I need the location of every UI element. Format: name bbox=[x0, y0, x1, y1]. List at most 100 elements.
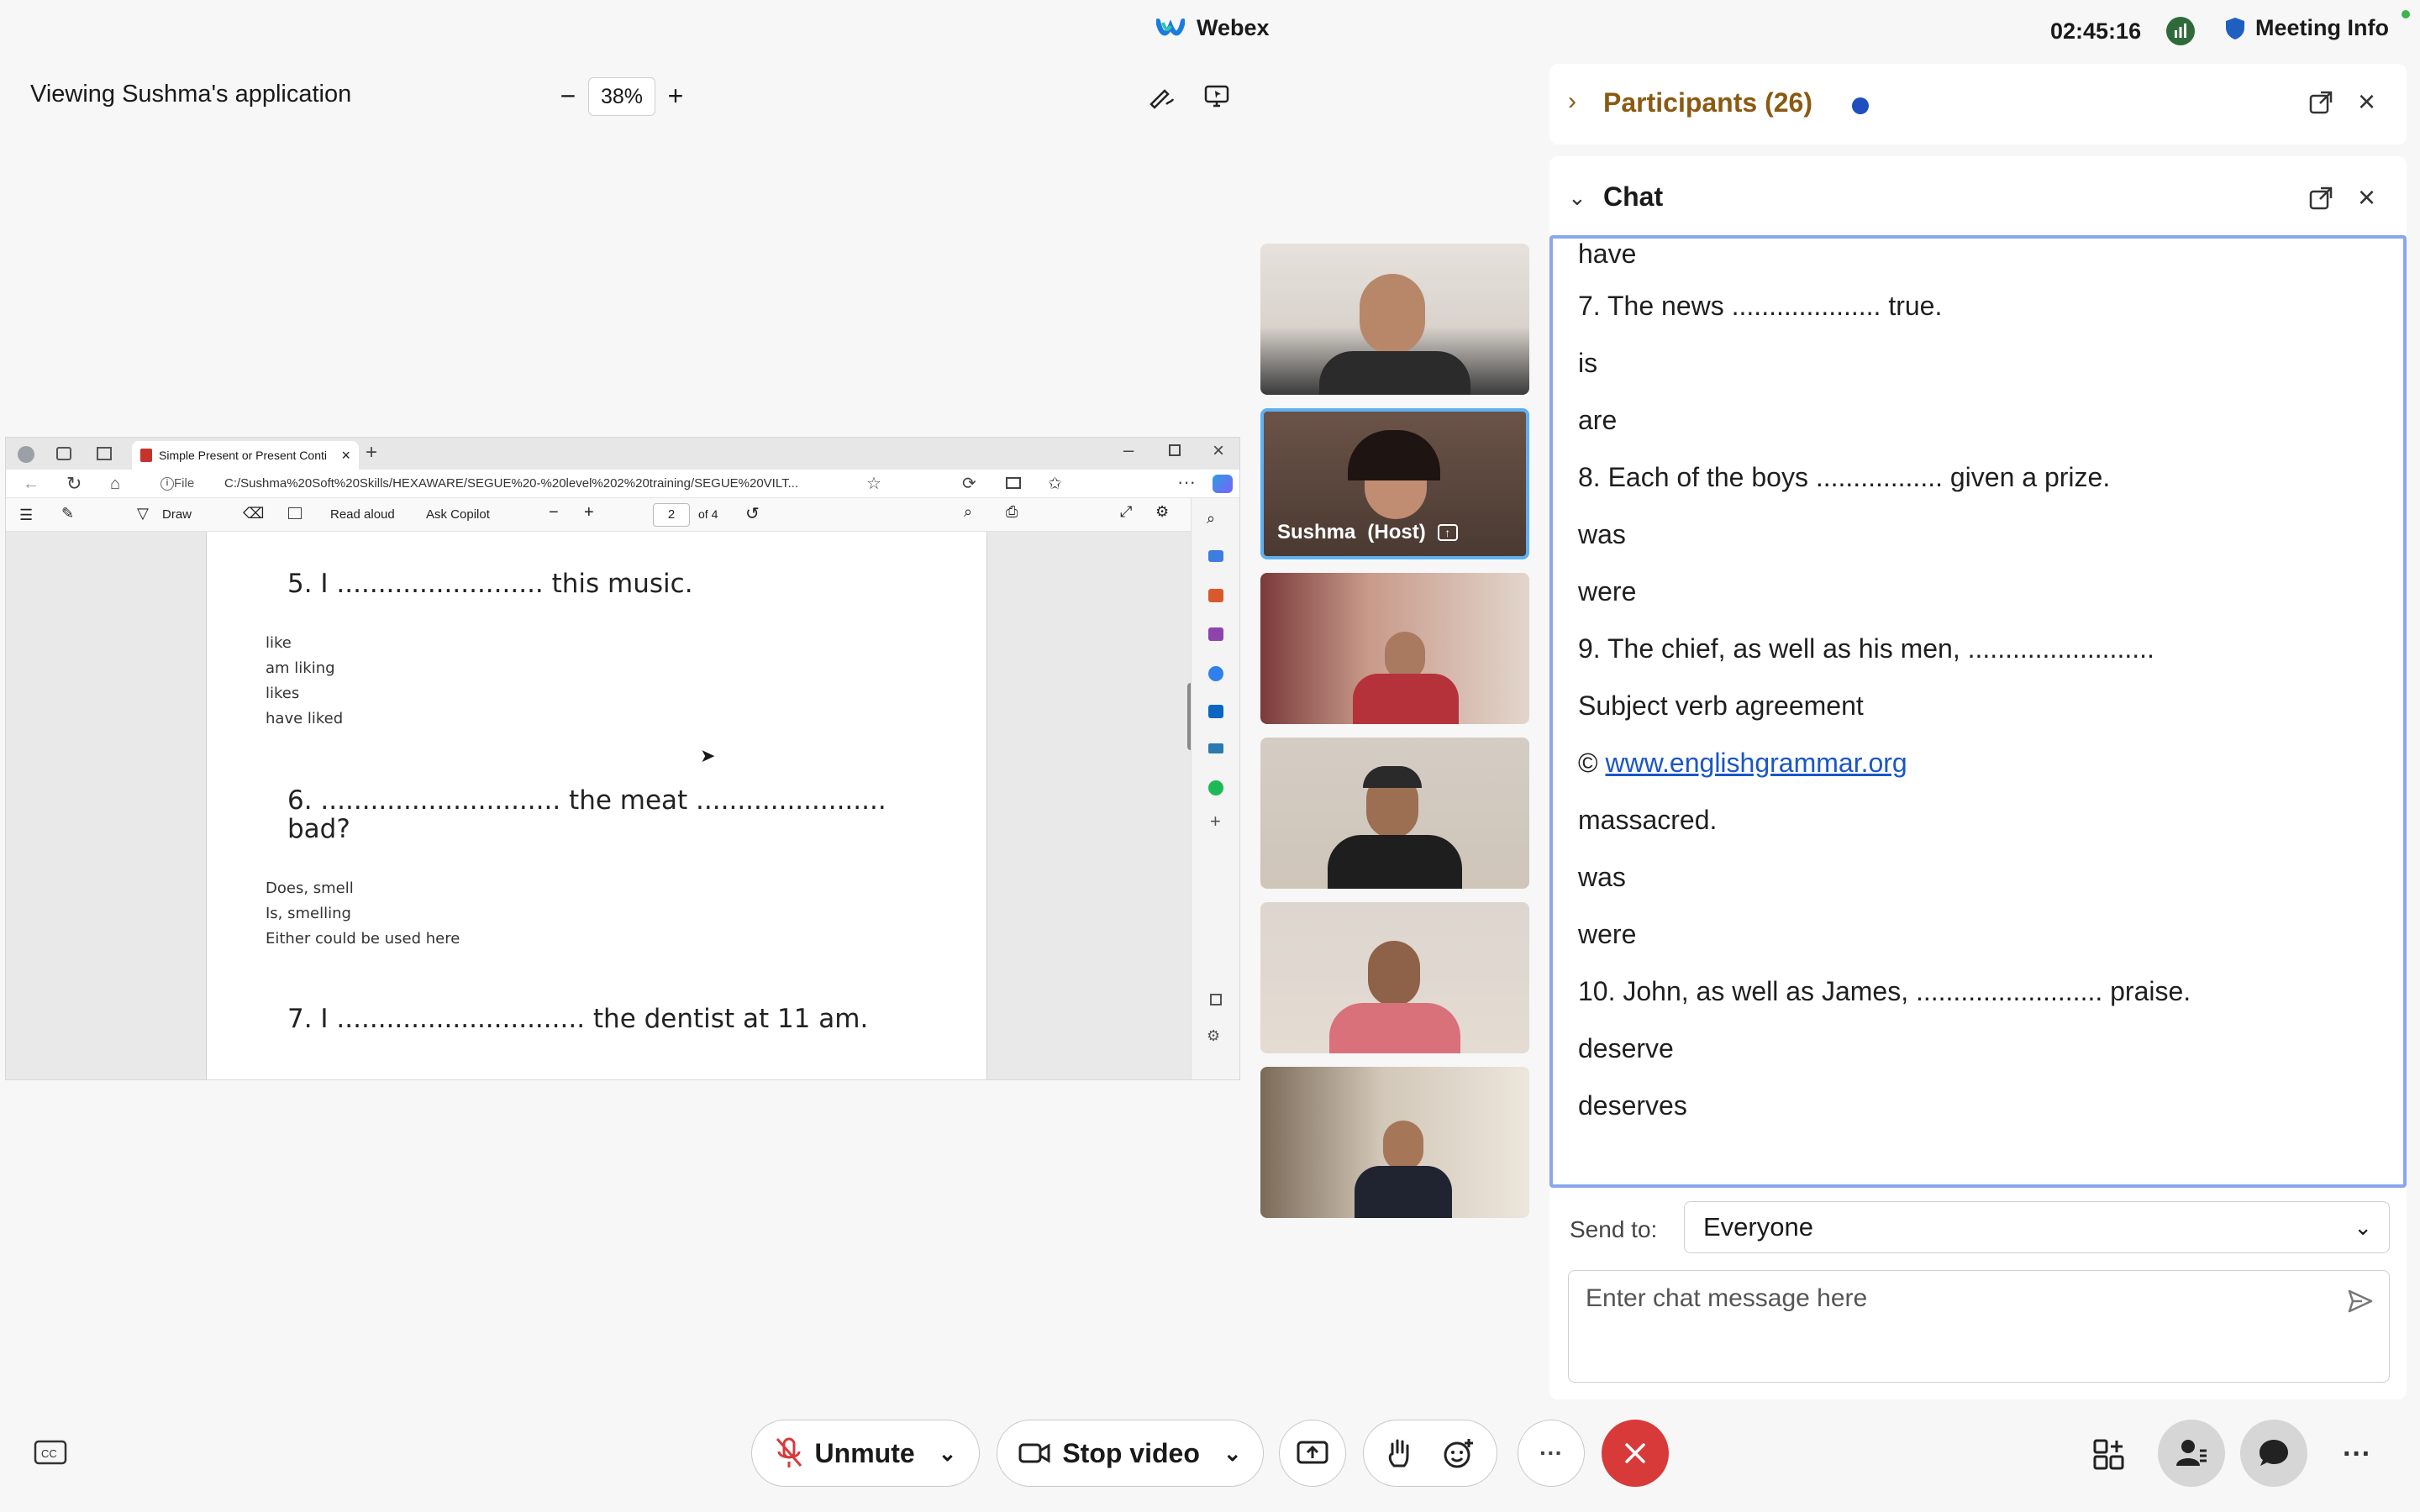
home-icon[interactable]: ⌂ bbox=[110, 475, 120, 494]
favorite-star-icon[interactable]: ☆ bbox=[866, 473, 881, 494]
remote-control-icon[interactable] bbox=[1203, 82, 1230, 109]
view-icon[interactable] bbox=[288, 507, 302, 519]
option: Either could be used here bbox=[266, 930, 460, 948]
profile-icon[interactable] bbox=[18, 446, 34, 463]
chat-button[interactable] bbox=[2240, 1420, 2307, 1487]
stop-video-button[interactable]: Stop video ⌄ bbox=[997, 1420, 1264, 1487]
sidebar-search-icon[interactable]: ⌕ bbox=[1207, 510, 1215, 528]
captions-icon[interactable]: CC bbox=[34, 1440, 67, 1468]
favorites-icon[interactable]: ✩ bbox=[1048, 473, 1062, 494]
more-menu-icon[interactable]: ··· bbox=[2343, 1438, 2371, 1471]
zoom-out-button[interactable]: − bbox=[555, 81, 581, 111]
close-icon[interactable]: × bbox=[2358, 84, 2375, 119]
chat-message: 9. The chief, as well as his men, ......… bbox=[1578, 633, 2154, 664]
rotate-icon[interactable]: ↺ bbox=[745, 503, 760, 524]
send-icon[interactable] bbox=[2347, 1288, 2374, 1315]
browser-tab[interactable]: Simple Present or Present Conti × bbox=[132, 441, 359, 470]
copilot-sidebar-icon[interactable] bbox=[1208, 666, 1223, 681]
close-icon[interactable]: × bbox=[2358, 180, 2375, 215]
annotate-icon[interactable] bbox=[1148, 82, 1175, 109]
mouse-cursor-icon: ➤ bbox=[700, 745, 716, 766]
sidebar-toggle-icon[interactable] bbox=[1210, 994, 1222, 1005]
chat-input[interactable]: Enter chat message here bbox=[1568, 1270, 2390, 1383]
outlook-icon[interactable] bbox=[1208, 705, 1223, 718]
share-screen-button[interactable] bbox=[1279, 1420, 1346, 1487]
refresh-icon[interactable]: ⟳ bbox=[962, 473, 976, 494]
pdf-settings-icon[interactable]: ⚙ bbox=[1155, 503, 1169, 521]
unmute-button[interactable]: Unmute ⌄ bbox=[751, 1420, 980, 1487]
close-window-icon[interactable]: × bbox=[1213, 439, 1224, 463]
zoom-in-button[interactable]: + bbox=[662, 81, 689, 111]
copilot-icon[interactable] bbox=[1213, 475, 1233, 493]
address-bar[interactable]: ← ↻ ⌂ i File C:/Sushma%20Soft%20Skills/H… bbox=[6, 470, 1239, 498]
chevron-down-icon[interactable]: ⌄ bbox=[939, 1441, 957, 1467]
tab-title: Simple Present or Present Conti bbox=[159, 449, 327, 462]
video-tile[interactable] bbox=[1260, 738, 1529, 889]
contents-icon[interactable]: ☰ bbox=[19, 507, 33, 524]
reactions-icon[interactable] bbox=[1443, 1437, 1475, 1469]
minimize-icon[interactable]: – bbox=[1123, 439, 1134, 461]
highlight-icon[interactable]: ✎ bbox=[61, 505, 74, 522]
info-icon[interactable]: i bbox=[160, 477, 174, 491]
url-text[interactable]: C:/Sushma%20Soft%20Skills/HEXAWARE/SEGUE… bbox=[224, 476, 798, 491]
sidebar-settings-icon[interactable]: ⚙ bbox=[1207, 1027, 1220, 1045]
page-count: of 4 bbox=[698, 507, 718, 521]
pdf-zoom-in-icon[interactable]: + bbox=[584, 503, 594, 522]
video-tile[interactable] bbox=[1260, 902, 1529, 1053]
draw-button[interactable]: Draw bbox=[162, 507, 192, 522]
popout-icon[interactable] bbox=[2309, 91, 2333, 114]
video-tile-host[interactable]: Sushma (Host) ↑ bbox=[1260, 408, 1529, 559]
more-options-button[interactable]: ··· bbox=[1518, 1420, 1585, 1487]
tag-icon[interactable] bbox=[1208, 550, 1223, 562]
raise-hand-icon[interactable] bbox=[1386, 1437, 1413, 1469]
reload-icon[interactable]: ↻ bbox=[66, 473, 82, 495]
chat-message: deserve bbox=[1578, 1033, 1674, 1063]
webex-logo-icon bbox=[1156, 18, 1185, 39]
tab-actions-icon[interactable] bbox=[97, 447, 112, 460]
zoom-level[interactable]: 38% bbox=[588, 77, 655, 116]
leave-meeting-button[interactable] bbox=[1602, 1420, 1669, 1487]
draw-icon[interactable]: ▽ bbox=[137, 505, 149, 522]
video-tile[interactable] bbox=[1260, 244, 1529, 395]
browser-tab-bar: Simple Present or Present Conti × + – × bbox=[6, 438, 1239, 470]
video-tile[interactable] bbox=[1260, 573, 1529, 724]
spotify-icon[interactable] bbox=[1208, 780, 1223, 795]
video-tile[interactable] bbox=[1260, 1067, 1529, 1218]
option: am liking bbox=[266, 659, 335, 677]
chat-message-link-row: © www.englishgrammar.org bbox=[1578, 748, 1907, 779]
participants-button[interactable] bbox=[2158, 1420, 2225, 1487]
read-aloud-button[interactable]: Read aloud bbox=[330, 507, 395, 522]
ask-copilot-button[interactable]: Ask Copilot bbox=[426, 507, 490, 522]
pdf-zoom-out-icon[interactable]: − bbox=[549, 503, 559, 522]
send-to-dropdown[interactable]: Everyone ⌄ bbox=[1684, 1201, 2390, 1253]
file-label: File bbox=[174, 476, 195, 491]
pdf-search-icon[interactable]: ⌕ bbox=[964, 503, 972, 521]
print-icon[interactable]: ⎙ bbox=[1006, 503, 1018, 521]
chevron-down-icon[interactable]: ⌄ bbox=[1223, 1441, 1242, 1467]
network-stats-icon[interactable] bbox=[2166, 17, 2195, 45]
chat-link[interactable]: www.englishgrammar.org bbox=[1605, 748, 1907, 778]
people-icon[interactable] bbox=[1208, 627, 1223, 641]
apps-icon[interactable] bbox=[2092, 1438, 2126, 1472]
popout-icon[interactable] bbox=[2309, 186, 2333, 210]
eraser-icon[interactable]: ⌫ bbox=[243, 505, 264, 522]
expand-chevron-icon[interactable]: › bbox=[1568, 87, 1576, 116]
new-tab-icon[interactable]: + bbox=[366, 441, 377, 465]
pdf-viewer[interactable]: 5. I ......................... this musi… bbox=[6, 532, 1194, 1079]
split-screen-icon[interactable] bbox=[1006, 477, 1021, 489]
browser-menu-icon[interactable]: ··· bbox=[1177, 471, 1196, 493]
send-icon[interactable] bbox=[1208, 743, 1223, 753]
collapse-chevron-icon[interactable]: ⌄ bbox=[1568, 185, 1586, 211]
page-number-input[interactable]: 2 bbox=[653, 503, 690, 527]
workspaces-icon[interactable] bbox=[56, 447, 71, 460]
close-tab-icon[interactable]: × bbox=[341, 447, 350, 465]
back-icon[interactable]: ← bbox=[23, 475, 39, 494]
maximize-icon[interactable] bbox=[1169, 444, 1181, 456]
shared-screen[interactable]: Simple Present or Present Conti × + – × … bbox=[5, 437, 1240, 1080]
tools-icon[interactable] bbox=[1208, 589, 1223, 602]
chat-message-list[interactable]: have 7. The news .................... tr… bbox=[1549, 235, 2407, 1188]
add-sidebar-icon[interactable]: + bbox=[1210, 811, 1221, 832]
participants-title[interactable]: Participants (26) bbox=[1603, 87, 1812, 118]
fullscreen-icon[interactable]: ⤢ bbox=[1120, 503, 1132, 521]
meeting-info-button[interactable]: Meeting Info bbox=[2225, 15, 2389, 41]
